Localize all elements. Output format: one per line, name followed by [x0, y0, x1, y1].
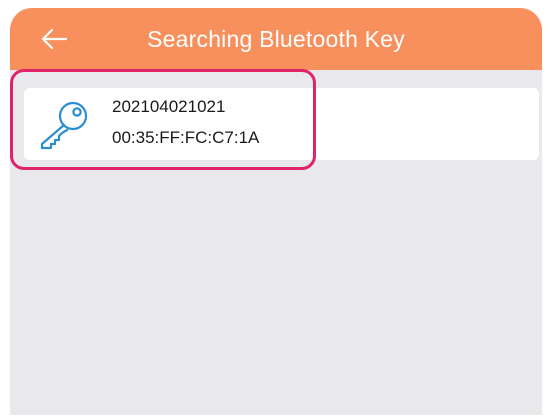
app-screen: Searching Bluetooth Key 202104021021 00:… [10, 8, 542, 415]
arrow-left-icon [41, 28, 68, 50]
device-name: 202104021021 [112, 97, 226, 116]
key-icon [40, 101, 88, 150]
header-bar: Searching Bluetooth Key [10, 8, 542, 70]
page-title: Searching Bluetooth Key [147, 26, 405, 52]
device-mac-address: 00:35:FF:FC:C7:1A [112, 128, 260, 147]
device-list-item[interactable]: 202104021021 00:35:FF:FC:C7:1A [24, 88, 539, 160]
